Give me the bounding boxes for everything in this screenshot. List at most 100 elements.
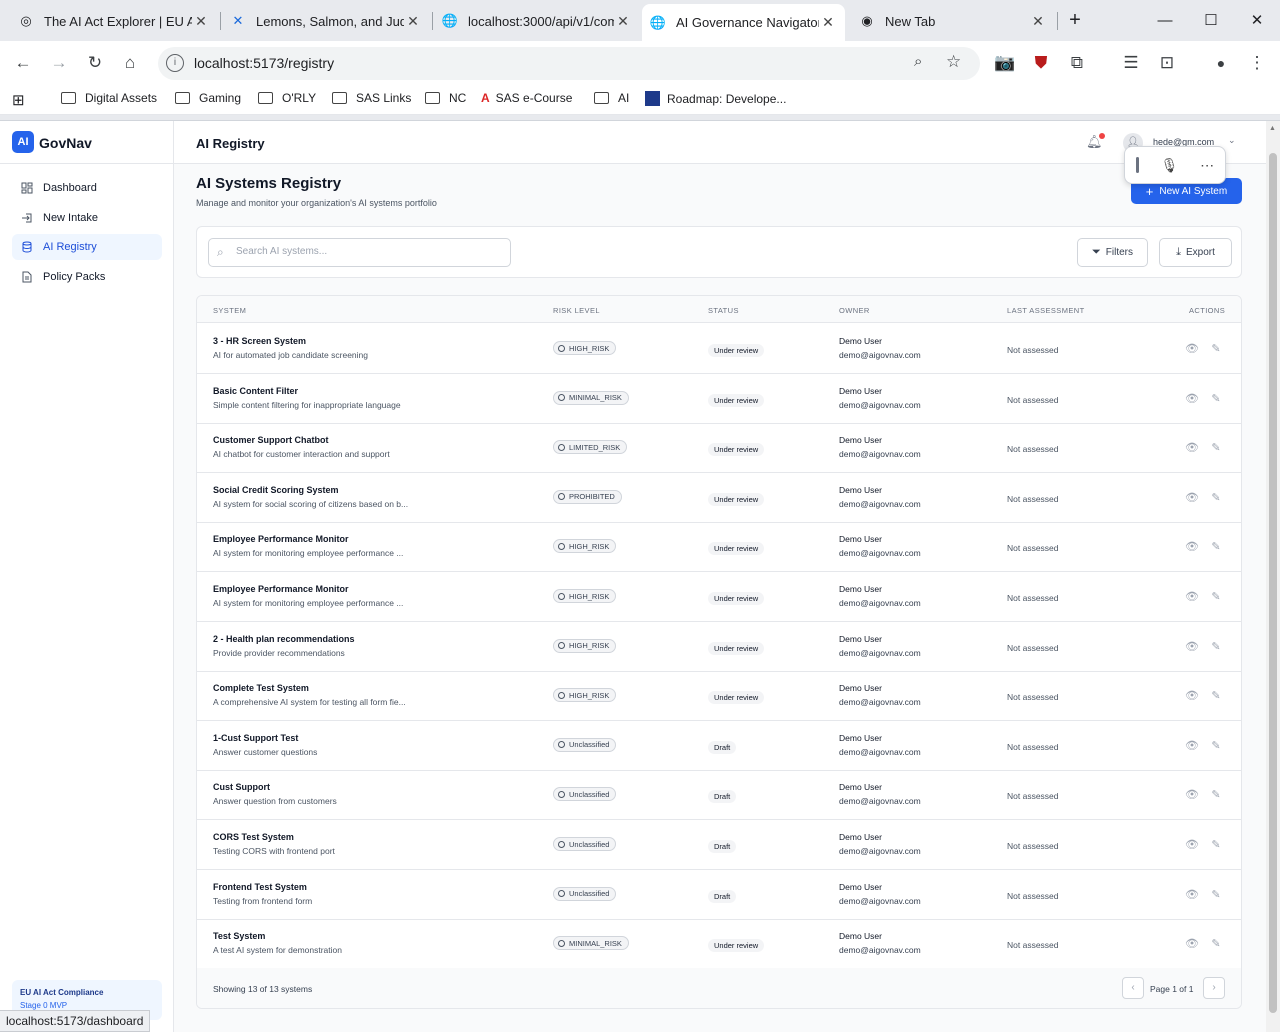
edit-icon[interactable]: ✎	[1209, 838, 1223, 852]
eye-icon[interactable]: 👁︎	[1185, 392, 1199, 406]
table-row[interactable]: Social Credit Scoring System AI system fo…	[197, 473, 1241, 523]
edit-icon[interactable]: ✎	[1209, 788, 1223, 802]
bookmark-folder[interactable]: Digital Assets	[61, 91, 157, 105]
table-row[interactable]: 3 - HR Screen System AI for automated job…	[197, 324, 1241, 374]
system-name[interactable]: Customer Support Chatbot	[213, 435, 329, 445]
back-icon[interactable]: ←	[9, 49, 37, 77]
close-tab-icon[interactable]: ✕	[404, 13, 422, 30]
bookmark-link[interactable]: A SAS e-Course	[481, 91, 572, 105]
system-name[interactable]: Test System	[213, 931, 265, 941]
sidebar-item-new-intake[interactable]: New Intake	[12, 205, 162, 231]
eye-icon[interactable]: 👁︎	[1185, 937, 1199, 951]
bookmark-star-icon[interactable]: ☆	[946, 52, 961, 72]
maximize-button[interactable]: ☐	[1188, 0, 1234, 40]
edit-icon[interactable]: ✎	[1209, 441, 1223, 455]
bookmark-folder[interactable]: AI	[594, 91, 629, 105]
edit-icon[interactable]: ✎	[1209, 640, 1223, 654]
next-page-button[interactable]: ›	[1203, 977, 1225, 999]
system-name[interactable]: CORS Test System	[213, 832, 294, 842]
apps-grid-icon[interactable]: ⊞	[12, 91, 25, 109]
system-name[interactable]: 1-Cust Support Test	[213, 733, 298, 743]
eye-icon[interactable]: 👁︎	[1185, 491, 1199, 505]
table-row[interactable]: Test System A test AI system for demonstr…	[197, 919, 1241, 970]
edit-icon[interactable]: ✎	[1209, 540, 1223, 554]
microphone-icon[interactable]: 🎙︎	[1161, 157, 1179, 174]
edit-icon[interactable]: ✎	[1209, 888, 1223, 902]
new-tab-button[interactable]: +	[1052, 0, 1098, 40]
sidebar-item-ai-registry[interactable]: AI Registry	[12, 234, 162, 260]
system-name[interactable]: Basic Content Filter	[213, 386, 298, 396]
shield-extension-icon[interactable]: ⛊	[1027, 49, 1055, 77]
edit-icon[interactable]: ✎	[1209, 689, 1223, 703]
reload-icon[interactable]: ↻	[81, 49, 109, 77]
scroll-up-arrow-icon[interactable]: ▲	[1269, 125, 1276, 132]
reading-list-icon[interactable]: ☰	[1117, 49, 1145, 77]
table-row[interactable]: 1-Cust Support Test Answer customer quest…	[197, 721, 1241, 771]
tab-ai-governance-navigator[interactable]: 🌐 AI Governance Navigator ✕	[642, 4, 845, 41]
system-name[interactable]: Employee Performance Monitor	[213, 534, 349, 544]
eye-icon[interactable]: 👁︎	[1185, 888, 1199, 902]
filters-button[interactable]: ⏷ Filters	[1077, 238, 1148, 267]
bookmark-folder[interactable]: SAS Links	[332, 91, 411, 105]
more-options-icon[interactable]: ⋯	[1200, 157, 1214, 174]
bookmark-folder[interactable]: O'RLY	[258, 91, 316, 105]
table-row[interactable]: CORS Test System Testing CORS with fronte…	[197, 820, 1241, 870]
table-row[interactable]: Customer Support Chatbot AI chatbot for c…	[197, 423, 1241, 474]
system-name[interactable]: Employee Performance Monitor	[213, 584, 349, 594]
eye-icon[interactable]: 👁︎	[1185, 342, 1199, 356]
table-row[interactable]: Frontend Test System Testing from fronten…	[197, 870, 1241, 920]
system-name[interactable]: Complete Test System	[213, 683, 309, 693]
tab-search-icon[interactable]: ⊡	[1153, 49, 1181, 77]
edit-icon[interactable]: ✎	[1209, 739, 1223, 753]
menu-kebab-icon[interactable]: ⋮	[1243, 49, 1271, 77]
system-name[interactable]: Frontend Test System	[213, 882, 307, 892]
eye-icon[interactable]: 👁︎	[1185, 788, 1199, 802]
tab-ai-act-explorer[interactable]: ◎ The AI Act Explorer | EU AI Act ✕	[10, 6, 218, 36]
bookmark-link[interactable]: Roadmap: Develope...	[645, 91, 786, 106]
tab-localhost-api[interactable]: 🌐 localhost:3000/api/v1/com ✕	[434, 6, 640, 36]
home-icon[interactable]: ⌂	[116, 49, 144, 77]
table-row[interactable]: Employee Performance Monitor AI system fo…	[197, 572, 1241, 622]
system-name[interactable]: 3 - HR Screen System	[213, 336, 306, 346]
table-row[interactable]: Basic Content Filter Simple content filte…	[197, 374, 1241, 424]
tab-lemons[interactable]: ✕ Lemons, Salmon, and Judo ✕	[222, 6, 430, 36]
address-bar[interactable]: i localhost:5173/registry ⌕ ☆	[158, 47, 980, 80]
system-name[interactable]: Cust Support	[213, 782, 270, 792]
bookmark-folder[interactable]: Gaming	[175, 91, 241, 105]
edit-icon[interactable]: ✎	[1209, 590, 1223, 604]
zoom-icon[interactable]: ⌕	[914, 53, 922, 70]
eye-icon[interactable]: 👁︎	[1185, 739, 1199, 753]
page-scrollbar[interactable]: ▲	[1266, 121, 1280, 1032]
minimize-button[interactable]: —	[1142, 0, 1188, 40]
search-input[interactable]	[236, 246, 496, 257]
system-name[interactable]: 2 - Health plan recommendations	[213, 634, 355, 644]
sidebar-item-dashboard[interactable]: Dashboard	[12, 175, 162, 201]
export-button[interactable]: ⤓ Export	[1159, 238, 1232, 267]
tab-new-tab[interactable]: ◉ New Tab ✕	[851, 6, 1055, 36]
profile-avatar-icon[interactable]: ●	[1207, 49, 1235, 77]
chevron-down-icon[interactable]: ⌄	[1228, 135, 1236, 146]
system-name[interactable]: Social Credit Scoring System	[213, 485, 339, 495]
edit-icon[interactable]: ✎	[1209, 937, 1223, 951]
edit-icon[interactable]: ✎	[1209, 342, 1223, 356]
eye-icon[interactable]: 👁︎	[1185, 838, 1199, 852]
camera-icon[interactable]: 📷	[991, 49, 1019, 77]
eye-icon[interactable]: 👁︎	[1185, 689, 1199, 703]
table-row[interactable]: Cust Support Answer question from custome…	[197, 770, 1241, 821]
eye-icon[interactable]: 👁︎	[1185, 441, 1199, 455]
close-window-button[interactable]: ✕	[1234, 0, 1280, 40]
brand-name[interactable]: GovNav	[39, 135, 92, 151]
table-row[interactable]: Complete Test System A comprehensive AI s…	[197, 671, 1241, 722]
close-tab-icon[interactable]: ✕	[819, 14, 837, 31]
previous-page-button[interactable]: ‹	[1122, 977, 1144, 999]
sidebar-item-policy-packs[interactable]: Policy Packs	[12, 264, 162, 290]
search-box[interactable]: ⌕	[208, 238, 511, 267]
table-row[interactable]: 2 - Health plan recommendations Provide p…	[197, 622, 1241, 672]
forward-icon[interactable]: →	[45, 49, 73, 77]
close-tab-icon[interactable]: ✕	[1029, 13, 1047, 30]
close-tab-icon[interactable]: ✕	[614, 13, 632, 30]
extensions-icon[interactable]: ⧉	[1063, 49, 1091, 77]
edit-icon[interactable]: ✎	[1209, 392, 1223, 406]
app-logo[interactable]: AI	[12, 131, 34, 153]
edit-icon[interactable]: ✎	[1209, 491, 1223, 505]
